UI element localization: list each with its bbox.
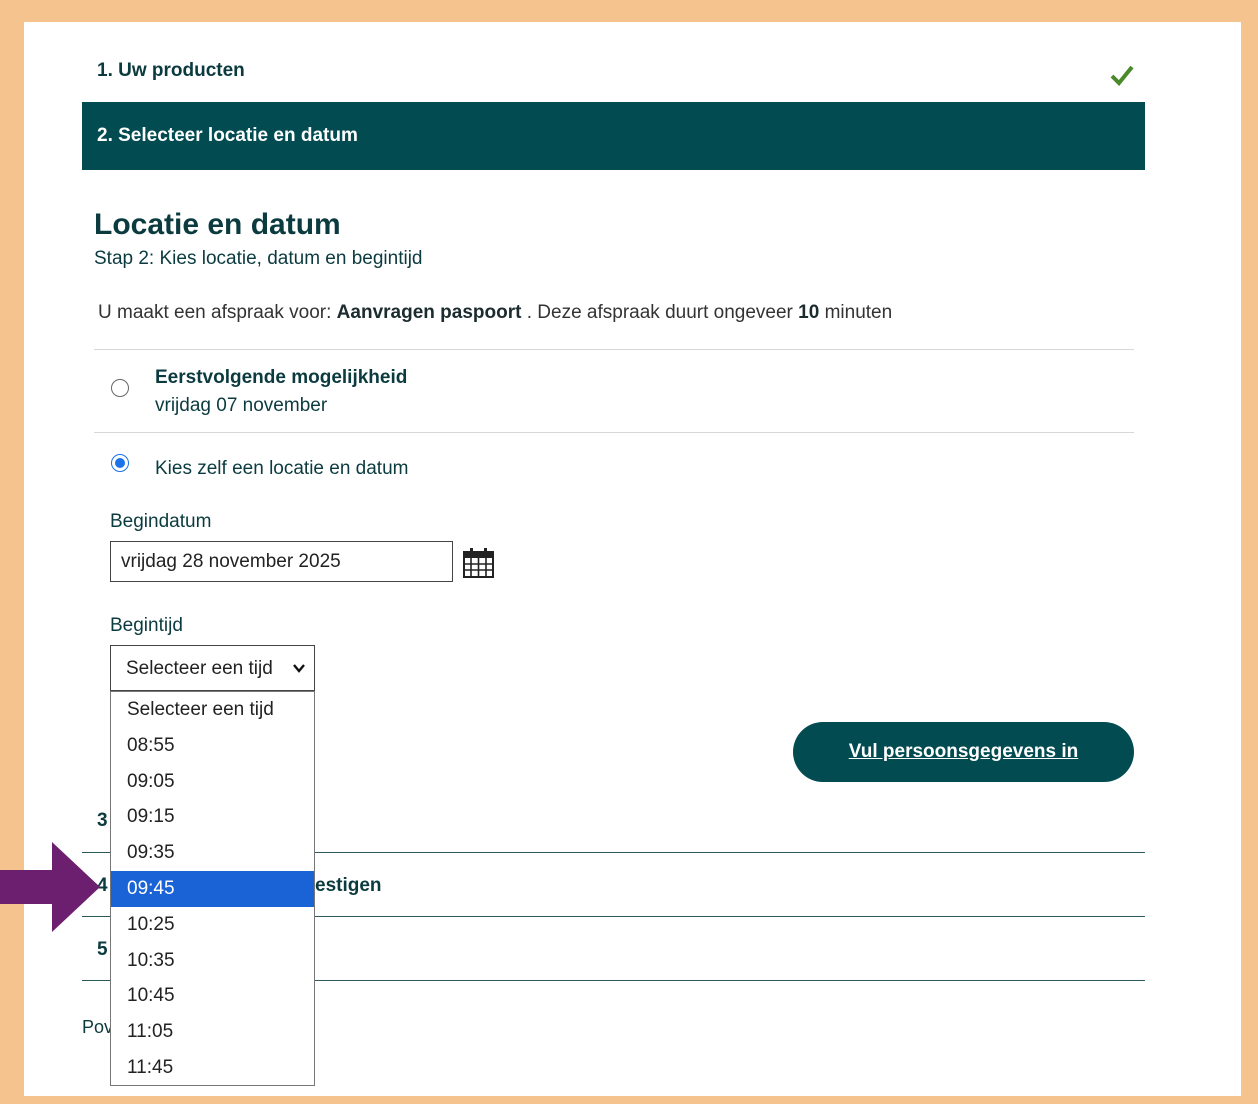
first-available-title: Eerstvolgende mogelijkheid	[155, 367, 408, 388]
time-option[interactable]: 10:35	[111, 943, 314, 979]
date-label: Begindatum	[110, 511, 212, 532]
divider	[94, 349, 1134, 350]
appointment-info: U maakt een afspraak voor: Aanvragen pas…	[98, 302, 892, 324]
time-option-highlighted[interactable]: 09:45	[111, 870, 314, 907]
time-option[interactable]: Selecteer een tijd	[111, 692, 314, 728]
info-prefix: U maakt een afspraak voor:	[98, 302, 332, 323]
step-3-label[interactable]: 3	[97, 810, 108, 832]
page-title: Locatie en datum	[94, 208, 341, 241]
date-input[interactable]	[110, 541, 453, 582]
time-label: Begintijd	[110, 615, 183, 636]
time-option[interactable]: 11:45	[111, 1050, 314, 1086]
info-middle: . Deze afspraak duurt ongeveer	[526, 302, 793, 323]
time-option[interactable]: 10:45	[111, 978, 314, 1014]
info-suffix: minuten	[824, 302, 893, 323]
time-option[interactable]: 09:15	[111, 799, 314, 835]
check-icon	[1110, 65, 1134, 86]
footer-powered-by: Pov	[82, 1017, 114, 1037]
time-option[interactable]: 11:05	[111, 1014, 314, 1050]
page-subtitle: Stap 2: Kies locatie, datum en begintijd	[94, 248, 423, 269]
info-product: Aanvragen paspoort	[336, 302, 522, 323]
radio-own-choice[interactable]	[111, 454, 129, 472]
time-option[interactable]: 09:35	[111, 835, 314, 871]
step-2-label: 2. Selecteer locatie en datum	[97, 125, 358, 146]
time-select[interactable]: Selecteer een tijd	[110, 645, 315, 691]
time-option[interactable]: 08:55	[111, 728, 314, 764]
divider	[94, 432, 1134, 433]
step-1-label[interactable]: 1. Uw producten	[97, 60, 245, 82]
step-5-label[interactable]: 5	[97, 939, 108, 961]
fill-personal-details-button[interactable]: Vul persoonsgegevens in	[793, 722, 1134, 782]
time-select-value: Selecteer een tijd	[126, 658, 273, 679]
info-minutes: 10	[798, 302, 820, 323]
booking-panel: 1. Uw producten 2. Selecteer locatie en …	[24, 22, 1241, 1096]
step-4-label-tail[interactable]: estigen	[315, 875, 382, 897]
pointer-arrow-icon	[0, 842, 100, 932]
radio-first-available[interactable]	[111, 379, 129, 397]
first-available-date: vrijdag 07 november	[155, 395, 328, 416]
time-dropdown-list[interactable]: Selecteer een tijd 08:55 09:05 09:15 09:…	[110, 691, 315, 1086]
calendar-icon[interactable]	[462, 547, 495, 579]
time-option[interactable]: 09:05	[111, 764, 314, 800]
chevron-down-icon	[293, 664, 305, 673]
time-option[interactable]: 10:25	[111, 907, 314, 943]
own-choice-label: Kies zelf een locatie en datum	[155, 458, 409, 479]
step-2-header: 2. Selecteer locatie en datum	[82, 102, 1145, 170]
